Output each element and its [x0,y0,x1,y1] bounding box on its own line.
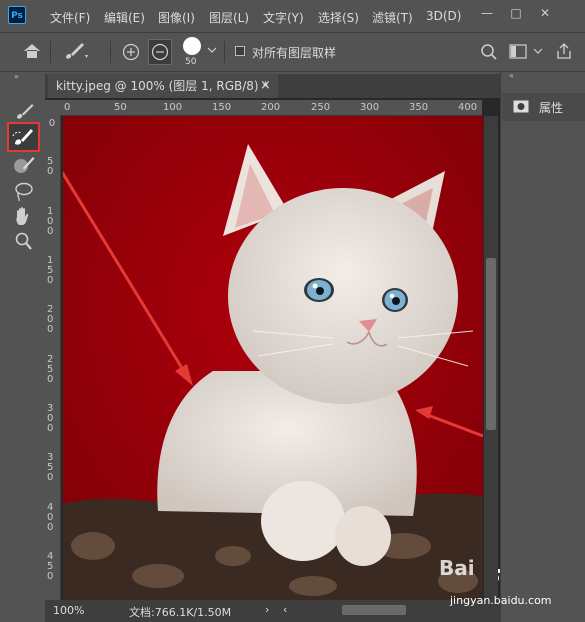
collapse-panels-icon[interactable]: « [509,71,514,80]
options-bar: 50 对所有图层取样 [0,32,585,72]
document-info: 文档:766.1K/1.50M [129,606,232,619]
document-tab[interactable]: kitty.jpeg @ 100% (图层 1, RGB/8) * × [48,74,278,98]
ruler-h-label: 200 [261,102,281,113]
menu-3d[interactable]: 3D(D) [426,9,461,23]
brush-size-preview[interactable] [183,37,201,55]
quick-selection-brush-icon [12,129,33,145]
menu-file[interactable]: 文件(F) [50,9,90,26]
ruler-h-label: 300 [360,102,380,113]
properties-icon [513,100,529,113]
home-icon[interactable] [22,42,42,60]
add-to-selection-icon[interactable] [122,43,140,61]
vertical-scroll-thumb[interactable] [486,258,496,430]
ruler-v-label: 200 [47,304,54,335]
sample-all-layers-label: 对所有图层取样 [252,46,337,60]
search-icon[interactable] [480,43,498,61]
horizontal-ruler: 0 50 100 150 200 250 300 350 400 [62,100,482,116]
chevron-down-icon[interactable] [207,47,217,55]
menu-image[interactable]: 图像(I) [158,9,195,26]
ruler-v-label: 350 [47,452,54,483]
ruler-v-label: 150 [47,255,54,286]
properties-panel-button[interactable]: 属性 [502,93,585,121]
subtract-from-selection-button[interactable] [148,39,172,65]
workspace-icon[interactable] [509,44,527,59]
brush-size-value: 50 [185,57,197,67]
quick-selection-tool-button[interactable] [7,122,40,152]
ruler-h-label: 150 [212,102,232,113]
ruler-h-label: 250 [311,102,331,113]
ruler-h-label: 50 [114,102,127,113]
share-icon[interactable] [555,42,573,60]
sample-all-layers-checkbox[interactable] [235,46,245,56]
restore-button[interactable]: □ [505,4,527,22]
minimize-button[interactable]: — [476,4,498,22]
tools-panel: » [6,72,42,622]
horizontal-scroll-thumb[interactable] [342,605,406,615]
history-brush-icon[interactable] [11,100,37,122]
ruler-v-label: 300 [47,403,54,434]
right-panel-dock: « [500,71,585,622]
document-tab-close[interactable]: × [260,74,271,98]
zoom-icon[interactable] [11,230,37,252]
status-bar: 100% 文档:766.1K/1.50M › ‹ [45,600,500,622]
vertical-ruler: 0 50 100 150 200 250 300 350 400 450 [45,115,61,603]
menu-select[interactable]: 选择(S) [318,9,359,26]
document-image[interactable]: Bai [63,116,483,602]
menu-layer[interactable]: 图层(L) [209,9,249,26]
status-menu-arrow-icon[interactable]: › [265,603,269,616]
document-tab-title: kitty.jpeg @ 100% (图层 1, RGB/8) * [56,79,269,93]
close-button[interactable]: ✕ [534,4,556,22]
lasso-icon[interactable] [11,180,37,202]
ruler-v-label: 50 [47,156,54,177]
ruler-v-label: 450 [47,551,54,582]
annotation-arrows [63,170,483,438]
color-replacement-icon[interactable] [11,154,37,176]
menu-edit[interactable]: 编辑(E) [104,9,145,26]
ruler-v-label: 0 [48,118,56,129]
workspace-chevron-icon[interactable] [533,48,543,56]
scroll-left-arrow-icon[interactable]: ‹ [283,603,287,616]
photoshop-logo: Ps [8,6,26,24]
menu-filter[interactable]: 滤镜(T) [372,9,413,26]
brush-tool-preset-icon[interactable] [62,40,90,62]
hand-icon[interactable] [11,205,37,227]
ruler-h-label: 100 [163,102,183,113]
ruler-h-label: 350 [409,102,429,113]
ruler-v-label: 250 [47,354,54,385]
watermark-brand-prefix: Bai [439,556,475,580]
subtract-from-selection-icon [151,43,169,61]
ruler-h-label: 0 [64,102,71,113]
properties-label: 属性 [539,101,564,115]
ruler-v-label: 400 [47,502,54,533]
ruler-origin[interactable] [45,100,62,115]
ruler-h-label: 400 [458,102,478,113]
ruler-v-label: 100 [47,206,54,237]
watermark-url: jingyan.baidu.com [450,594,552,607]
zoom-level[interactable]: 100% [53,604,84,617]
menu-bar: Ps 文件(F) 编辑(E) 图像(I) 图层(L) 文字(Y) 选择(S) 滤… [0,0,585,32]
menu-type[interactable]: 文字(Y) [263,9,304,26]
collapse-toolbar-icon[interactable]: » [14,72,32,81]
